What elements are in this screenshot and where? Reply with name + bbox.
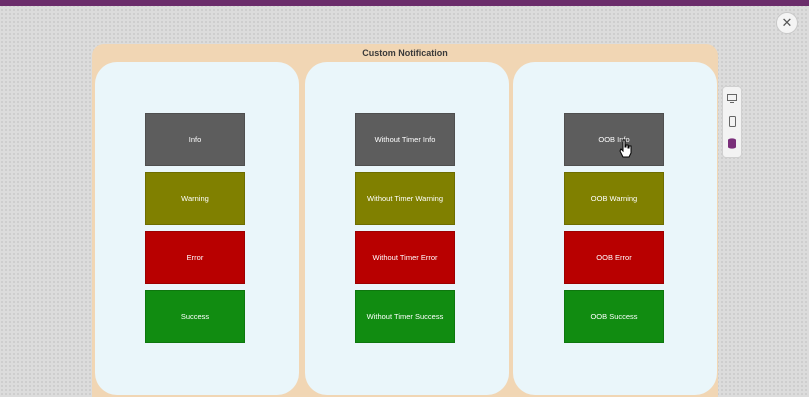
close-button[interactable]: ✕ [776, 12, 798, 34]
without-timer-error-button[interactable]: Without Timer Error [355, 231, 455, 284]
desktop-icon[interactable] [726, 92, 738, 104]
database-icon[interactable] [726, 137, 738, 149]
error-button[interactable]: Error [145, 231, 245, 284]
app-top-bar [0, 0, 809, 6]
without-timer-warning-button[interactable]: Without Timer Warning [355, 172, 455, 225]
panel-timer [95, 62, 299, 395]
dialog-title: Custom Notification [362, 48, 448, 58]
warning-button[interactable]: Warning [145, 172, 245, 225]
oob-warning-button[interactable]: OOB Warning [564, 172, 664, 225]
pointer-cursor-icon [619, 139, 632, 158]
panel-without-timer [305, 62, 509, 395]
oob-success-button[interactable]: OOB Success [564, 290, 664, 343]
close-icon: ✕ [781, 15, 793, 30]
oob-info-button[interactable]: OOB Info [564, 113, 664, 166]
device-toolbar [722, 86, 742, 158]
without-timer-info-button[interactable]: Without Timer Info [355, 113, 455, 166]
info-button[interactable]: Info [145, 113, 245, 166]
success-button[interactable]: Success [145, 290, 245, 343]
panel-oob [513, 62, 717, 395]
mobile-icon[interactable] [726, 115, 738, 127]
oob-error-button[interactable]: OOB Error [564, 231, 664, 284]
without-timer-success-button[interactable]: Without Timer Success [355, 290, 455, 343]
